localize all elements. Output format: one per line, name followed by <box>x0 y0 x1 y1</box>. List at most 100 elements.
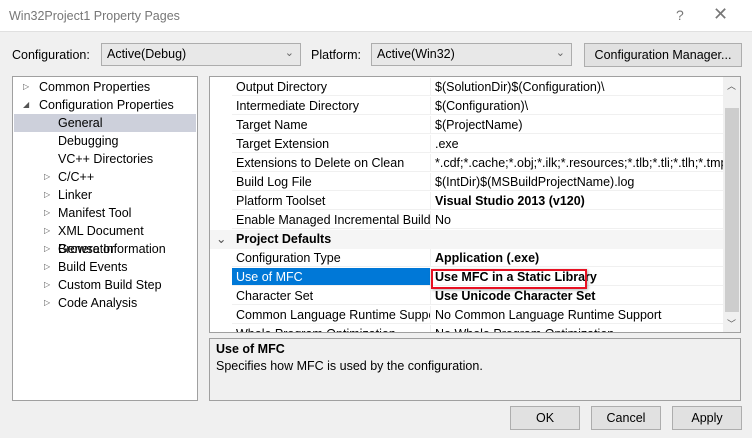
property-name: Platform Toolset <box>232 192 430 210</box>
tree-item-label: C/C++ <box>58 170 95 184</box>
collapsed-arrow-icon[interactable]: ▷ <box>44 204 50 222</box>
collapsed-arrow-icon[interactable]: ▷ <box>44 258 50 276</box>
property-row[interactable]: Platform Toolset Visual Studio 2013 (v120… <box>210 192 723 211</box>
tree-item-c-c[interactable]: ▷ C/C++ <box>14 168 196 186</box>
tree-item-general[interactable]: General <box>14 114 196 132</box>
property-value[interactable]: $(IntDir)$(MSBuildProjectName).log <box>430 173 723 191</box>
platform-value: Active(Win32) <box>377 47 455 61</box>
tree-item-custom-build-step[interactable]: ▷ Custom Build Step <box>14 276 196 294</box>
highlight-box <box>431 269 587 289</box>
property-value[interactable]: Visual Studio 2013 (v120) <box>430 192 723 210</box>
tree-item-configuration-properties[interactable]: ◢ Configuration Properties <box>14 96 196 114</box>
property-row[interactable]: Target Name $(ProjectName) <box>210 116 723 135</box>
help-button[interactable]: ? <box>676 7 684 23</box>
property-value[interactable]: .exe <box>430 135 723 153</box>
property-row[interactable]: Extensions to Delete on Clean *.cdf;*.cac… <box>210 154 723 173</box>
property-name: Target Name <box>232 116 430 134</box>
tree-item-browse-information[interactable]: ▷ Browse Information <box>14 240 196 258</box>
tree-item-label: Debugging <box>58 134 119 148</box>
collapse-chevron-icon[interactable]: ⌄ <box>216 230 226 248</box>
property-row[interactable]: Configuration Type Application (.exe) <box>210 249 723 268</box>
scroll-up-icon[interactable]: ︿ <box>727 79 736 92</box>
collapsed-arrow-icon[interactable]: ▷ <box>44 276 50 294</box>
property-value[interactable]: $(ProjectName) <box>430 116 723 134</box>
property-name: Common Language Runtime Support <box>232 306 430 324</box>
property-value[interactable]: $(SolutionDir)$(Configuration)\ <box>430 78 723 96</box>
property-value[interactable]: $(Configuration)\ <box>430 97 723 115</box>
property-name: Whole Program Optimization <box>232 325 430 332</box>
property-row[interactable]: Use of MFC Use MFC in a Static Library <box>210 268 723 289</box>
close-button[interactable]: ✕ <box>713 4 728 25</box>
description-text: Specifies how MFC is used by the configu… <box>216 359 483 373</box>
property-row[interactable]: Intermediate Directory $(Configuration)\ <box>210 97 723 116</box>
platform-label: Platform: <box>311 48 362 62</box>
category-row[interactable]: ⌄ Project Defaults <box>210 230 723 249</box>
tree-item-label: Custom Build Step <box>58 278 162 292</box>
tree-item-label: VC++ Directories <box>58 152 154 166</box>
property-row[interactable]: Output Directory $(SolutionDir)$(Configur… <box>210 78 723 97</box>
tree-item-common-properties[interactable]: ▷ Common Properties <box>14 78 196 96</box>
apply-button[interactable]: Apply <box>672 406 742 430</box>
collapsed-arrow-icon[interactable]: ▷ <box>44 240 50 258</box>
tree-item-linker[interactable]: ▷ Linker <box>14 186 196 204</box>
collapsed-arrow-icon[interactable]: ▷ <box>44 186 50 204</box>
property-row[interactable]: Target Extension .exe <box>210 135 723 154</box>
property-name: Enable Managed Incremental Build <box>232 211 430 229</box>
cancel-button[interactable]: Cancel <box>591 406 661 430</box>
configuration-value: Active(Debug) <box>107 47 187 61</box>
property-name: Build Log File <box>232 173 430 191</box>
property-grid[interactable]: Output Directory $(SolutionDir)$(Configur… <box>209 76 741 333</box>
property-tree[interactable]: ▷ Common Properties ◢ Configuration Propert… <box>12 76 198 401</box>
property-row[interactable]: Build Log File $(IntDir)$(MSBuildProjectN… <box>210 173 723 192</box>
configuration-label: Configuration: <box>12 48 90 62</box>
property-name: Output Directory <box>232 78 430 96</box>
property-value[interactable]: No <box>430 211 723 229</box>
property-value[interactable]: No Whole Program Optimization <box>430 325 723 332</box>
property-value[interactable]: *.cdf;*.cache;*.obj;*.ilk;*.resources;*.… <box>430 154 723 172</box>
property-row[interactable]: Whole Program OptimizationNo Whole Progr… <box>210 325 723 332</box>
chevron-down-icon: ⌄ <box>555 47 565 59</box>
window-title: Win32Project1 Property Pages <box>9 9 180 23</box>
tree-item-label: Common Properties <box>39 80 151 94</box>
property-name: Target Extension <box>232 135 430 153</box>
collapsed-arrow-icon[interactable]: ▷ <box>44 222 50 240</box>
property-row[interactable]: Common Language Runtime Support No Common… <box>210 306 723 325</box>
tree-item-label: General <box>58 116 103 130</box>
tree-item-label: Manifest Tool <box>58 206 132 220</box>
property-name: Use of MFC <box>232 268 430 286</box>
tree-item-debugging[interactable]: Debugging <box>14 132 196 150</box>
property-value[interactable]: No Common Language Runtime Support <box>430 306 723 324</box>
tree-item-label: Code Analysis <box>58 296 138 310</box>
tree-item-manifest-tool[interactable]: ▷ Manifest Tool <box>14 204 196 222</box>
platform-dropdown[interactable]: Active(Win32) ⌄ <box>371 43 572 66</box>
property-value[interactable]: Use Unicode Character Set <box>430 287 723 305</box>
property-name: Configuration Type <box>232 249 430 267</box>
configuration-manager-button[interactable]: Configuration Manager... <box>584 43 742 67</box>
vertical-scrollbar[interactable]: ︿ ﹀ <box>723 77 740 332</box>
configuration-dropdown[interactable]: Active(Debug) ⌄ <box>101 43 301 66</box>
tree-item-build-events[interactable]: ▷ Build Events <box>14 258 196 276</box>
ok-button[interactable]: OK <box>510 406 580 430</box>
tree-item-label: Configuration Properties <box>39 98 174 112</box>
tree-item-vc-directories[interactable]: VC++ Directories <box>14 150 196 168</box>
property-name: Character Set <box>232 287 430 305</box>
tree-item-code-analysis[interactable]: ▷ Code Analysis <box>14 294 196 312</box>
property-row[interactable]: Character Set Use Unicode Character Set <box>210 287 723 306</box>
description-title: Use of MFC <box>216 342 285 356</box>
chevron-down-icon: ⌄ <box>284 47 294 59</box>
category-label: Project Defaults <box>236 232 332 246</box>
scrollbar-thumb[interactable] <box>725 108 739 312</box>
collapsed-arrow-icon[interactable]: ▷ <box>44 294 50 312</box>
tree-item-label: Linker <box>58 188 93 202</box>
property-row[interactable]: Enable Managed Incremental Build No <box>210 211 723 230</box>
scroll-down-icon[interactable]: ﹀ <box>727 317 736 330</box>
tree-item-label: Browse Information <box>58 242 166 256</box>
expanded-arrow-icon[interactable]: ◢ <box>23 96 29 114</box>
collapsed-arrow-icon[interactable]: ▷ <box>44 168 50 186</box>
property-name: Intermediate Directory <box>232 97 430 115</box>
tree-item-label: Build Events <box>58 260 128 274</box>
property-value[interactable]: Application (.exe) <box>430 249 723 267</box>
collapsed-arrow-icon[interactable]: ▷ <box>23 78 29 96</box>
property-name: Extensions to Delete on Clean <box>232 154 430 172</box>
tree-item-xml-document-generator[interactable]: ▷ XML Document Generator <box>14 222 196 256</box>
